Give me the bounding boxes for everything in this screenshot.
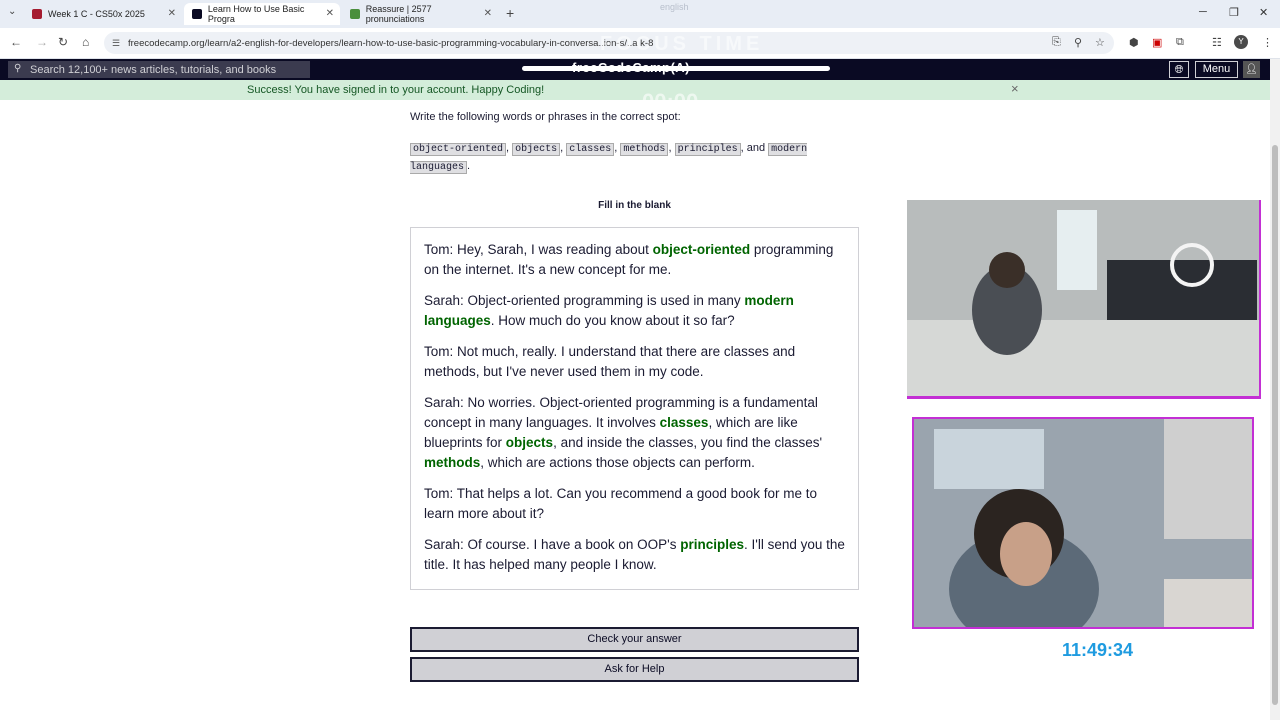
instruction-text: Write the following words or phrases in …	[410, 111, 681, 123]
dialogue-line: Tom: Hey, Sarah, I was reading about obj…	[424, 242, 834, 277]
dialogue-line: Sarah: No worries. Object-oriented progr…	[424, 395, 823, 470]
close-tab-icon[interactable]: ✕	[168, 8, 176, 19]
filled-blank[interactable]: classes	[660, 415, 709, 430]
dialogue-line: Tom: Not much, really. I understand that…	[424, 344, 796, 379]
webcam-desk-image	[907, 200, 1259, 396]
close-tab-icon[interactable]: ✕	[484, 8, 492, 19]
back-icon[interactable]: ←	[10, 35, 22, 49]
filled-blank[interactable]: object-oriented	[653, 242, 751, 257]
word-chip: methods	[620, 143, 669, 156]
filled-blank[interactable]: methods	[424, 455, 480, 470]
browser-tab-bar: ⌄ Week 1 C - CS50x 2025 ✕ Learn How to U…	[0, 0, 1280, 28]
user-avatar-icon[interactable]: 👤︎	[1243, 61, 1260, 78]
restore-icon[interactable]: ❐	[1229, 6, 1239, 19]
minimize-icon[interactable]: ─	[1199, 6, 1207, 18]
stream-clock: 11:49:34	[1062, 640, 1134, 660]
site-info-icon[interactable]: ☰	[112, 38, 120, 49]
focus-time-label: FOCUS TIME	[600, 33, 764, 55]
close-tab-icon[interactable]: ✕	[326, 8, 334, 19]
bookmark-star-icon[interactable]: ☆	[1095, 36, 1105, 49]
search-input[interactable]: ⚲ Search 12,100+ news articles, tutorial…	[8, 61, 310, 78]
word-chip: object-oriented	[410, 143, 507, 156]
menu-button[interactable]: Menu	[1195, 61, 1238, 78]
search-icon: ⚲	[14, 63, 22, 74]
language-globe-icon[interactable]: 🌐︎	[1169, 61, 1189, 78]
extension-shield-icon[interactable]: ⬢	[1129, 36, 1139, 49]
dialogue-passage: Tom: Hey, Sarah, I was reading about obj…	[410, 227, 859, 590]
check-answer-button[interactable]: Check your answer	[410, 627, 859, 652]
tab-strip-icon[interactable]: ☷	[1212, 36, 1222, 49]
install-icon[interactable]: ⎘	[1052, 36, 1061, 49]
overlay-progress-bar	[522, 66, 830, 71]
tab-label: Week 1 C - CS50x 2025	[48, 9, 145, 19]
dialogue-line: Tom: That helps a lot. Can you recommend…	[424, 486, 817, 521]
word-chip: objects	[512, 143, 561, 156]
webcam-face-view	[912, 417, 1254, 629]
more-menu-icon[interactable]: ⋮	[1262, 36, 1273, 49]
search-placeholder: Search 12,100+ news articles, tutorials,…	[30, 63, 277, 76]
word-chip: principles	[674, 143, 741, 156]
tab-label: Learn How to Use Basic Progra	[207, 4, 305, 24]
scrollbar-thumb[interactable]	[1272, 145, 1278, 705]
word-chip: classes	[566, 143, 615, 156]
fill-in-blank-title: Fill in the blank	[598, 200, 671, 211]
fcc-favicon-icon	[192, 9, 202, 19]
tab-label: Reassure | 2577 pronunciations	[365, 4, 432, 24]
tab-freecodecamp[interactable]: Learn How to Use Basic Progra ✕	[184, 3, 340, 25]
filled-blank[interactable]: principles	[680, 537, 744, 552]
dialogue-line: Sarah: Object-oriented programming is us…	[424, 293, 794, 328]
extension-red-icon[interactable]: ▣	[1152, 36, 1162, 49]
reassure-favicon-icon	[350, 9, 360, 19]
profile-avatar[interactable]: Y	[1234, 35, 1248, 49]
webcam-face-image	[914, 419, 1252, 627]
tab-cs50[interactable]: Week 1 C - CS50x 2025 ✕	[24, 3, 182, 25]
close-window-icon[interactable]: ✕	[1259, 6, 1268, 19]
and-text: and	[746, 142, 766, 154]
success-banner: Success! You have signed in to your acco…	[0, 80, 1270, 100]
extensions-puzzle-icon[interactable]: ⧉	[1176, 36, 1184, 49]
banner-close-icon[interactable]: ×	[1011, 81, 1019, 96]
reload-icon[interactable]: ↻	[58, 35, 68, 49]
url-text: freecodecamp.org/learn/a2-english-for-de…	[128, 37, 654, 49]
webcam-desk-view	[907, 200, 1261, 399]
cs50-favicon-icon	[32, 9, 42, 19]
zoom-icon[interactable]: ⚲	[1074, 36, 1082, 49]
forward-icon[interactable]: →	[36, 35, 48, 49]
ask-for-help-button[interactable]: Ask for Help	[410, 657, 859, 682]
filled-blank[interactable]: objects	[506, 435, 553, 450]
dialogue-line: Sarah: Of course. I have a book on OOP's…	[424, 537, 845, 572]
banner-text: Success! You have signed in to your acco…	[247, 84, 545, 96]
tab-reassure[interactable]: Reassure | 2577 pronunciations ✕	[342, 3, 498, 25]
tab-search-icon[interactable]: ⌄	[8, 6, 16, 17]
home-icon[interactable]: ⌂	[82, 35, 89, 49]
new-tab-button[interactable]: +	[506, 5, 514, 21]
overlay-top-text: english	[660, 2, 689, 12]
word-bank: object-oriented, objects, classes, metho…	[410, 142, 808, 174]
